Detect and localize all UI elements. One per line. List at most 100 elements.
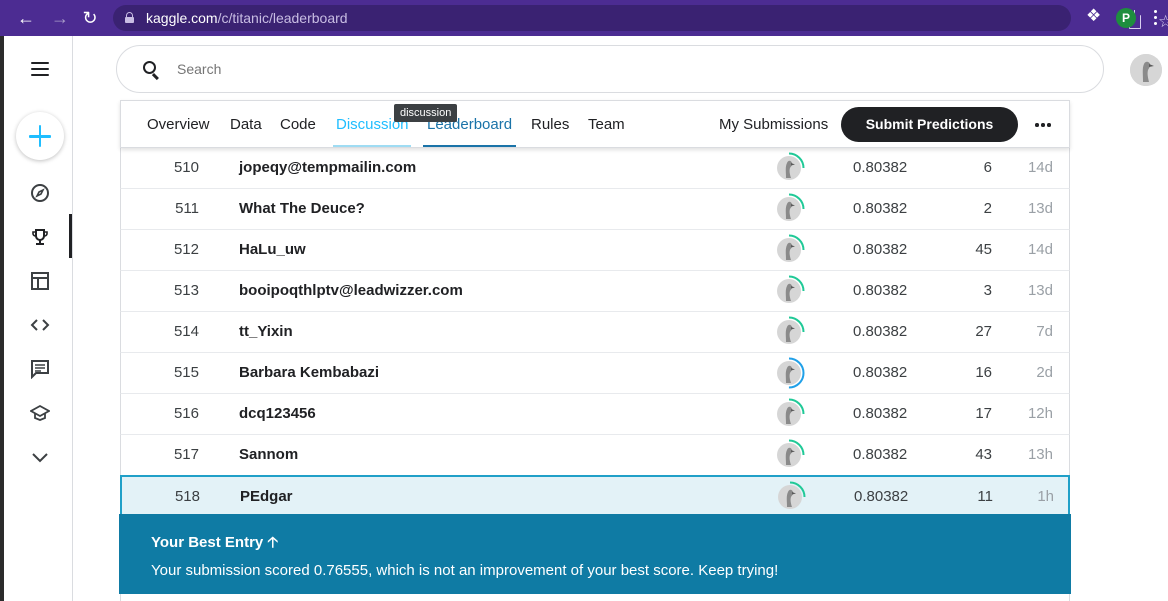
url-host: kaggle.com: [146, 10, 218, 26]
browser-profile-avatar[interactable]: P: [1116, 8, 1136, 28]
score-cell: 0.80382: [853, 364, 908, 381]
tab-data[interactable]: Data: [230, 116, 262, 133]
entries-cell: 3: [983, 282, 992, 299]
create-button[interactable]: [16, 112, 64, 160]
last-submission-cell: 12h: [1027, 405, 1053, 422]
member-avatar[interactable]: [773, 439, 805, 471]
rank-cell: 511: [175, 200, 199, 217]
score-cell: 0.80382: [853, 241, 908, 258]
sidebar: [4, 36, 73, 601]
chevron-down-icon[interactable]: [30, 447, 50, 467]
search-input[interactable]: [177, 61, 777, 77]
team-name[interactable]: Sannom: [239, 446, 298, 463]
team-name[interactable]: HaLu_uw: [239, 241, 306, 258]
table-row[interactable]: 515 Barbara Kembabazi 0.80382 16 2d: [120, 353, 1070, 394]
address-bar[interactable]: kaggle.com/c/titanic/leaderboard ☆: [113, 5, 1168, 31]
entries-cell: 43: [975, 446, 992, 463]
submit-predictions-button[interactable]: Submit Predictions: [841, 107, 1018, 142]
rank-cell: 514: [173, 323, 199, 340]
tab-leaderboard-underline: [423, 145, 516, 147]
reload-icon[interactable]: ↻: [80, 8, 100, 28]
last-submission-cell: 13d: [1027, 282, 1053, 299]
member-avatar[interactable]: [773, 357, 805, 389]
entries-cell: 11: [977, 488, 993, 505]
my-submissions-link[interactable]: My Submissions: [719, 116, 828, 133]
browser-menu-icon[interactable]: [1154, 10, 1158, 26]
user-avatar[interactable]: [1130, 54, 1162, 86]
leaderboard-table: 510 jopeqy@tempmailin.com 0.80382 6 14d 511 Wh…: [120, 148, 1070, 517]
table-row[interactable]: 514 tt_Yixin 0.80382 27 7d: [120, 312, 1070, 353]
learn-graduation-cap-icon[interactable]: [30, 403, 50, 423]
entries-cell: 17: [975, 405, 992, 422]
discussion-tooltip: discussion: [394, 104, 458, 122]
tab-overview[interactable]: Overview: [147, 116, 210, 133]
banner-title-text: Your Best Entry: [151, 534, 264, 551]
table-row[interactable]: 510 jopeqy@tempmailin.com 0.80382 6 14d: [120, 148, 1070, 189]
last-submission-cell: 14d: [1027, 241, 1053, 258]
team-name[interactable]: dcq123456: [239, 405, 316, 422]
team-name[interactable]: tt_Yixin: [239, 323, 293, 340]
compass-icon[interactable]: [30, 183, 50, 203]
banner-title: Your Best Entry 🡡: [151, 532, 278, 557]
forward-arrow-icon[interactable]: →: [50, 8, 70, 28]
discussion-icon[interactable]: [30, 359, 50, 379]
table-row[interactable]: 512 HaLu_uw 0.80382 45 14d: [120, 230, 1070, 271]
last-submission-cell: 1h: [1037, 488, 1054, 505]
member-avatar[interactable]: [773, 316, 805, 348]
last-submission-cell: 14d: [1027, 159, 1053, 176]
best-entry-banner: Your Best Entry 🡡 Your submission scored…: [119, 514, 1071, 594]
score-cell: 0.80382: [853, 323, 908, 340]
tab-team[interactable]: Team: [588, 116, 625, 133]
more-options-icon[interactable]: [1035, 123, 1051, 127]
score-cell: 0.80382: [853, 446, 908, 463]
member-avatar[interactable]: [773, 193, 805, 225]
tab-code[interactable]: Code: [280, 116, 316, 133]
lock-icon[interactable]: [125, 12, 134, 23]
table-row[interactable]: 516 dcq123456 0.80382 17 12h: [120, 394, 1070, 435]
member-avatar[interactable]: [773, 275, 805, 307]
score-cell: 0.80382: [853, 200, 908, 217]
team-name[interactable]: What The Deuce?: [239, 200, 365, 217]
team-name[interactable]: PEdgar: [240, 488, 293, 505]
back-arrow-icon[interactable]: ←: [16, 8, 36, 28]
team-name[interactable]: booipoqthlptv@leadwizzer.com: [239, 282, 463, 299]
member-avatar[interactable]: [773, 234, 805, 266]
rank-cell: 515: [173, 364, 199, 381]
trophy-icon[interactable]: [30, 227, 50, 247]
url-path: /c/titanic/leaderboard: [217, 10, 348, 26]
code-icon[interactable]: [30, 315, 50, 335]
search-bar[interactable]: [116, 45, 1104, 93]
rank-cell: 513: [173, 282, 199, 299]
table-row[interactable]: 518 PEdgar 0.80382 11 1h: [120, 475, 1070, 517]
entries-cell: 16: [975, 364, 992, 381]
entries-cell: 45: [975, 241, 992, 258]
banner-message: Your submission scored 0.76555, which is…: [151, 562, 779, 579]
table-row[interactable]: 511 What The Deuce? 0.80382 2 13d: [120, 189, 1070, 230]
rank-cell: 517: [173, 446, 199, 463]
member-avatar[interactable]: [774, 481, 806, 513]
table-icon[interactable]: [30, 271, 50, 291]
rank-cell: 512: [173, 241, 199, 258]
member-avatar[interactable]: [773, 152, 805, 184]
table-row[interactable]: 513 booipoqthlptv@leadwizzer.com 0.80382 3 1…: [120, 271, 1070, 312]
table-row[interactable]: 517 Sannom 0.80382 43 13h: [120, 435, 1070, 476]
score-cell: 0.80382: [853, 159, 908, 176]
score-cell: 0.80382: [854, 488, 909, 505]
arrow-up-icon: 🡡: [267, 534, 279, 551]
last-submission-cell: 13d: [1027, 200, 1053, 217]
member-avatar[interactable]: [773, 398, 805, 430]
extensions-puzzle-icon[interactable]: ❖: [1086, 6, 1101, 26]
last-submission-cell: 13h: [1027, 446, 1053, 463]
team-name[interactable]: Barbara Kembabazi: [239, 364, 379, 381]
url-text: kaggle.com/c/titanic/leaderboard: [146, 10, 348, 26]
search-icon: [143, 61, 161, 80]
competition-tab-bar: Overview Data Code Discussion Leaderboar…: [120, 100, 1070, 148]
browser-toolbar: ← → ↻ kaggle.com/c/titanic/leaderboard ☆…: [0, 0, 1168, 36]
bookmark-star-icon[interactable]: ☆: [1158, 12, 1168, 32]
tab-discussion-hover-underline: [333, 145, 411, 147]
score-cell: 0.80382: [853, 405, 908, 422]
rank-cell: 516: [173, 405, 199, 422]
tab-rules[interactable]: Rules: [531, 116, 569, 133]
team-name[interactable]: jopeqy@tempmailin.com: [239, 159, 416, 176]
hamburger-menu-icon[interactable]: [31, 62, 49, 76]
